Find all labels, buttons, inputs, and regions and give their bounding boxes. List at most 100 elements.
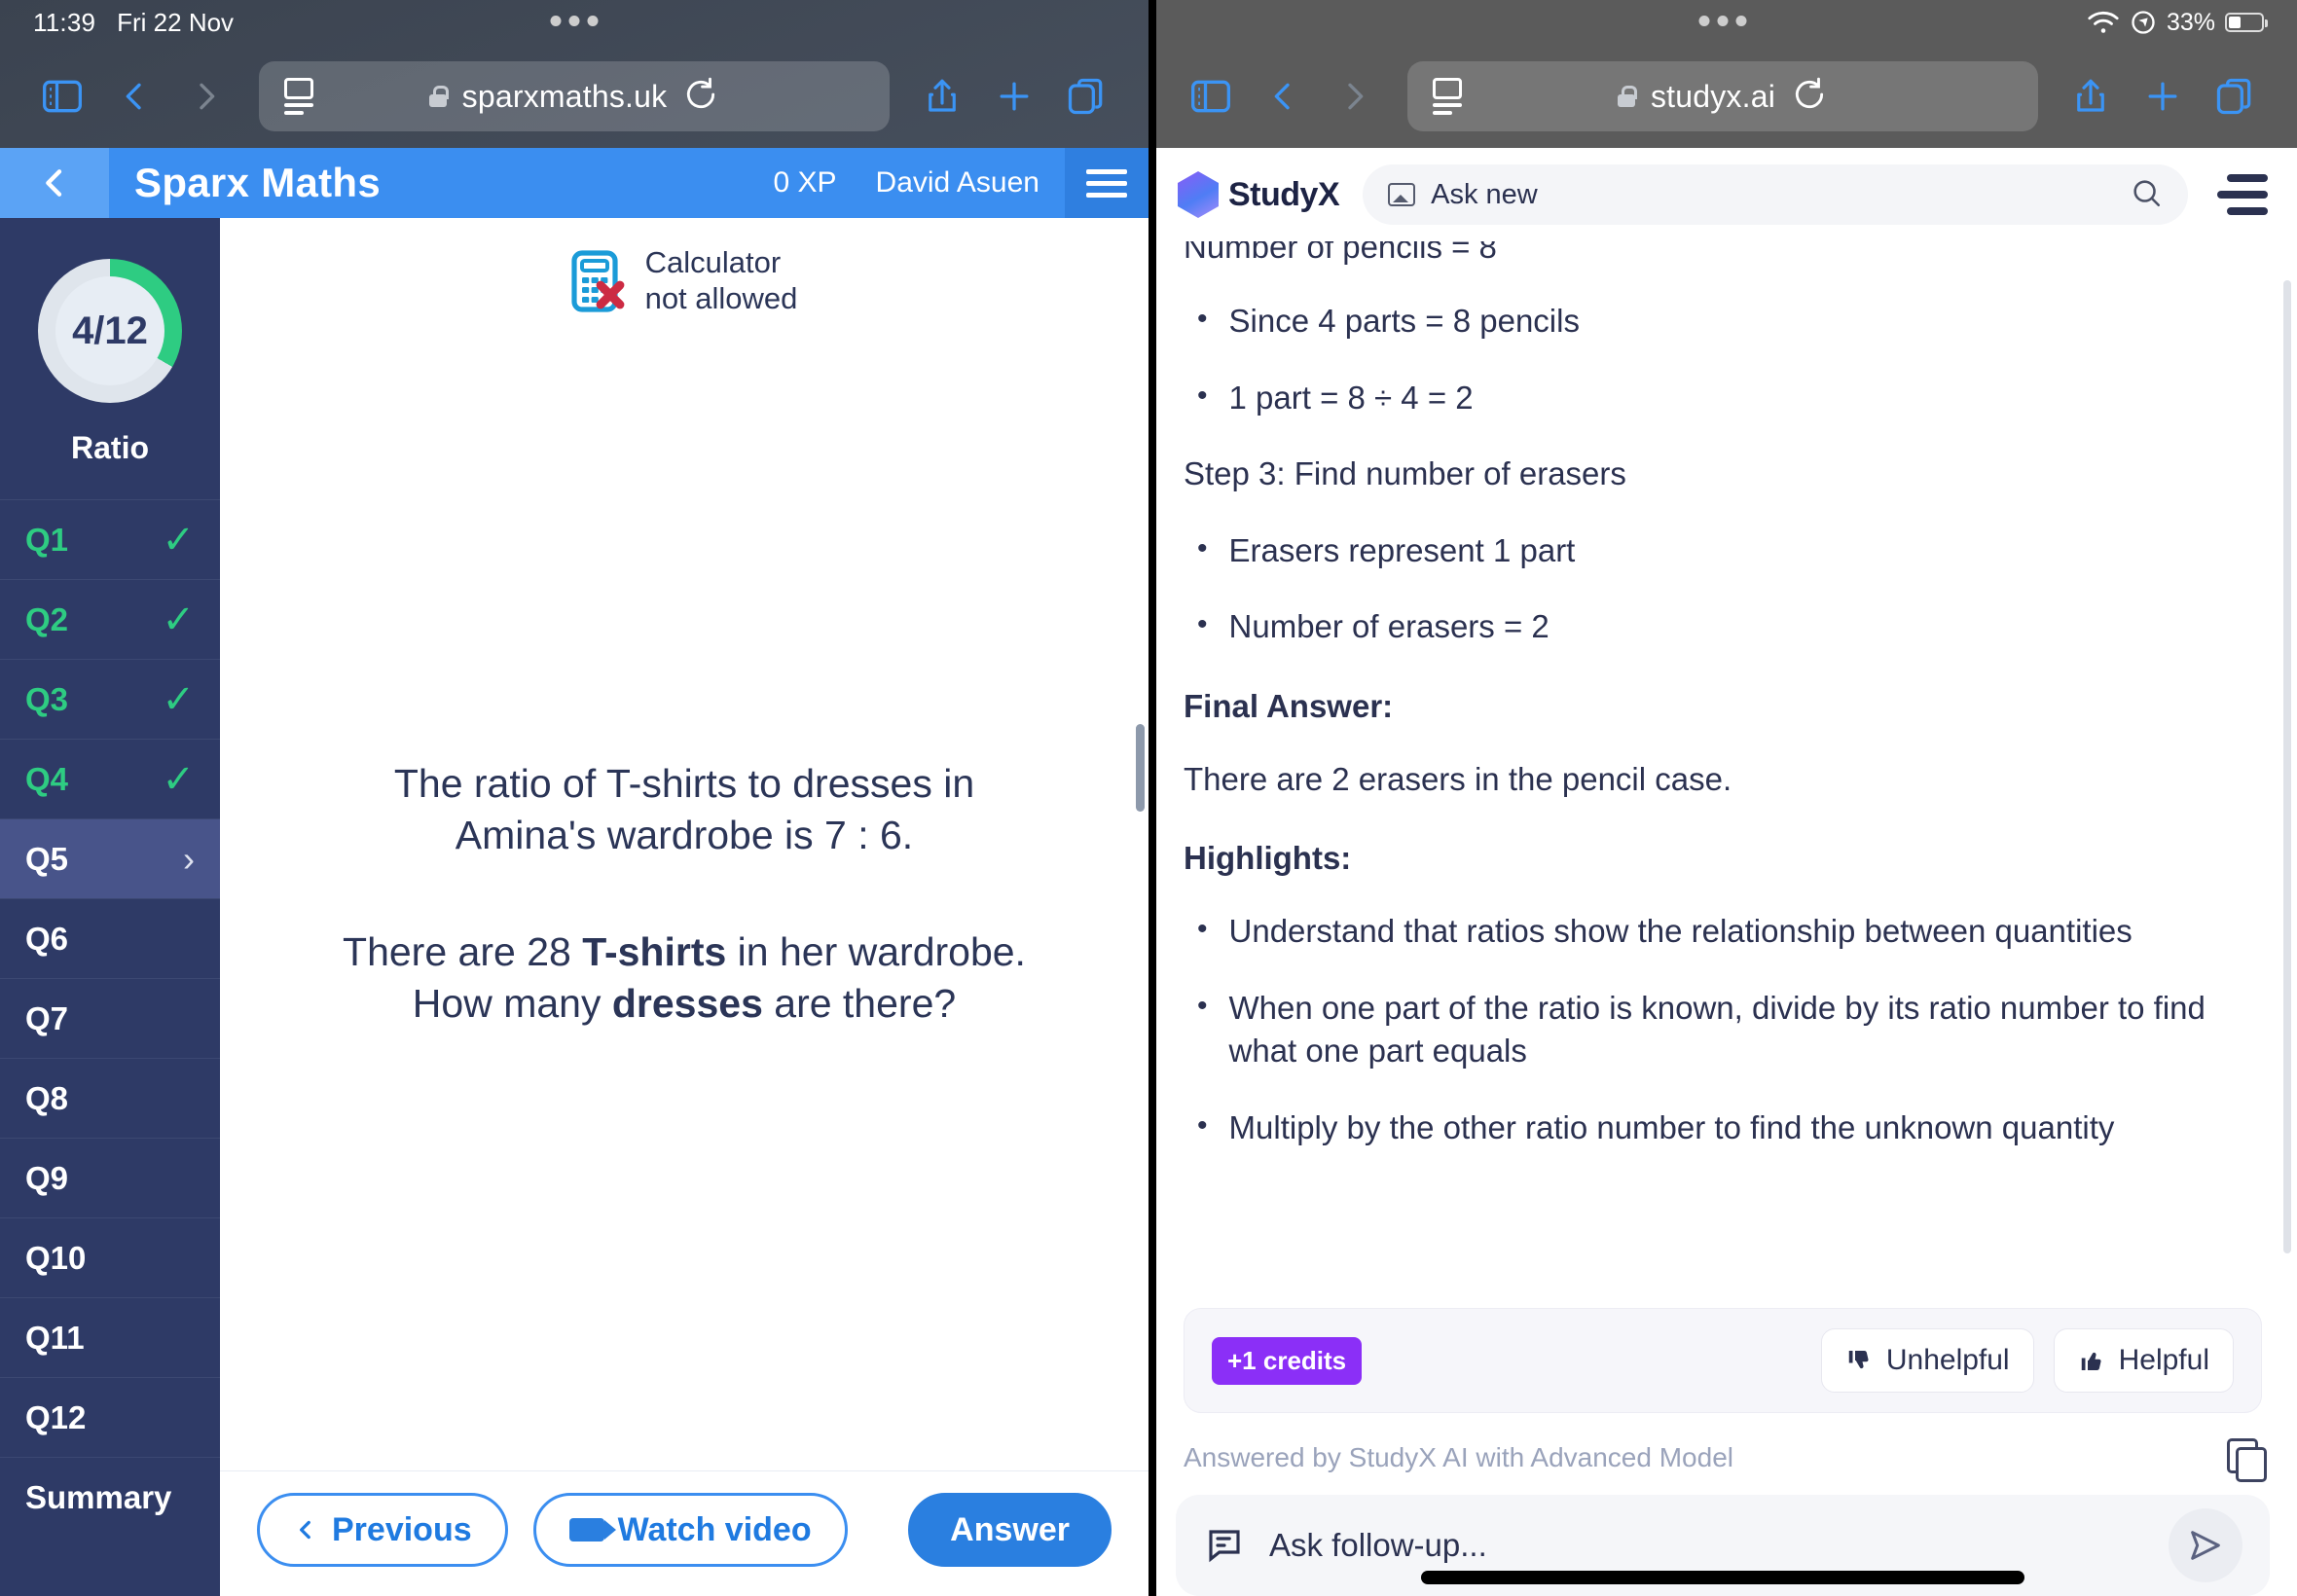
question-label: Q9 xyxy=(25,1159,69,1196)
left-url-text: sparxmaths.uk xyxy=(461,78,668,114)
check-icon: ✓ xyxy=(162,598,195,641)
lock-icon xyxy=(1617,86,1637,107)
chat-bubble-icon xyxy=(1203,1525,1246,1566)
question-line-3b: T-shirts xyxy=(570,929,727,975)
question-label: Q1 xyxy=(25,521,69,558)
question-label: Summary xyxy=(25,1478,172,1515)
topic-label: Ratio xyxy=(71,430,149,465)
studyx-hex-logo-icon xyxy=(1178,171,1219,218)
sparx-question-panel: Calculator not allowed The ratio of T-sh… xyxy=(220,218,1148,1596)
sidebar-icon[interactable] xyxy=(29,63,95,129)
search-icon[interactable] xyxy=(2130,176,2163,214)
sparx-user-name[interactable]: David Asuen xyxy=(876,166,1039,200)
helpful-button[interactable]: Helpful xyxy=(2053,1328,2234,1393)
ask-new-search-box[interactable]: Ask new xyxy=(1363,164,2188,225)
plus-icon[interactable] xyxy=(981,63,1047,129)
sparx-scrollbar[interactable] xyxy=(1136,724,1145,812)
right-url-text: studyx.ai xyxy=(1650,78,1776,114)
page-settings-icon[interactable] xyxy=(284,78,313,115)
unhelpful-button[interactable]: Unhelpful xyxy=(1820,1328,2034,1393)
hamburger-menu-icon[interactable] xyxy=(1065,148,1148,218)
question-row-q5[interactable]: Q5 › xyxy=(0,818,220,898)
question-row-q11[interactable]: Q11 xyxy=(0,1297,220,1377)
image-upload-icon[interactable] xyxy=(1388,183,1416,206)
copy-icon[interactable] xyxy=(2227,1438,2267,1482)
sparx-app: Sparx Maths 0 XP David Asuen 4/12 Ratio xyxy=(0,148,1148,1596)
studyx-scrollbar[interactable] xyxy=(2283,280,2291,1253)
question-label: Q8 xyxy=(25,1079,69,1116)
back-icon[interactable] xyxy=(101,63,167,129)
question-row-q10[interactable]: Q10 xyxy=(0,1217,220,1297)
share-icon[interactable] xyxy=(909,63,975,129)
question-row-q2[interactable]: Q2 ✓ xyxy=(0,579,220,659)
highlights-heading: Highlights: xyxy=(1184,840,1352,877)
question-line-3c: in her wardrobe. xyxy=(726,929,1026,975)
question-paragraph-2: There are 28 T-shirts in her wardrobe. H… xyxy=(343,926,1026,1029)
progress-ring-wrap: 4/12 xyxy=(0,218,220,413)
bullet-text: Multiply by the other ratio number to fi… xyxy=(1228,1108,2115,1145)
question-row-summary[interactable]: Summary xyxy=(0,1457,220,1537)
question-label: Q4 xyxy=(25,760,69,797)
list-item: When one part of the ratio is known, div… xyxy=(1184,987,2262,1073)
question-line-3-number: 28 xyxy=(527,929,571,975)
tabs-icon[interactable] xyxy=(1053,63,1119,129)
studyx-app: StudyX Ask new Number of pencils = 8 Sin… xyxy=(1148,148,2297,1596)
forward-icon[interactable] xyxy=(1322,63,1388,129)
back-icon[interactable] xyxy=(1250,63,1316,129)
question-label: Q6 xyxy=(25,920,69,957)
multitask-grabber-right[interactable] xyxy=(1698,16,1747,26)
previous-button[interactable]: Previous xyxy=(257,1493,508,1567)
question-row-q8[interactable]: Q8 xyxy=(0,1058,220,1138)
sparx-body: 4/12 Ratio Q1 ✓ Q2 ✓ Q3 ✓ Q4 ✓ Q5 › Q6 Q… xyxy=(0,218,1148,1596)
question-row-q6[interactable]: Q6 xyxy=(0,898,220,978)
question-row-q3[interactable]: Q3 ✓ xyxy=(0,659,220,739)
list-item: Since 4 parts = 8 pencils xyxy=(1184,300,2262,344)
answered-by-row: Answered by StudyX AI with Advanced Mode… xyxy=(1148,1413,2297,1485)
progress-ring: 4/12 xyxy=(38,259,182,403)
sparx-back-button[interactable] xyxy=(0,148,109,218)
question-label: Q11 xyxy=(25,1319,85,1356)
share-icon[interactable] xyxy=(2058,63,2124,129)
answered-by-text: Answered by StudyX AI with Advanced Mode… xyxy=(1184,1442,1733,1472)
question-row-q1[interactable]: Q1 ✓ xyxy=(0,499,220,579)
right-url-bar[interactable]: studyx.ai xyxy=(1407,61,2038,131)
forward-icon[interactable] xyxy=(173,63,239,129)
question-line-1: The ratio of T-shirts to dresses in xyxy=(393,761,975,807)
page-settings-icon[interactable] xyxy=(1433,78,1462,115)
left-url-bar[interactable]: sparxmaths.uk xyxy=(259,61,890,131)
answer-button[interactable]: Answer xyxy=(908,1493,1112,1567)
studyx-logo[interactable]: StudyX xyxy=(1178,171,1340,218)
question-list: Q1 ✓ Q2 ✓ Q3 ✓ Q4 ✓ Q5 › Q6 Q7 Q8 Q9 Q10… xyxy=(0,499,220,1596)
send-icon[interactable] xyxy=(2169,1508,2242,1582)
reload-icon[interactable] xyxy=(1791,76,1828,118)
list-item: Erasers represent 1 part xyxy=(1184,529,2262,573)
plus-icon[interactable] xyxy=(2130,63,2196,129)
feedback-bar: +1 credits Unhelpful Helpful xyxy=(1184,1308,2262,1413)
calculator-note-line2: not allowed xyxy=(644,280,798,315)
question-label: Q2 xyxy=(25,600,69,637)
question-row-q4[interactable]: Q4 ✓ xyxy=(0,739,220,818)
helpful-label: Helpful xyxy=(2118,1344,2209,1376)
bullet-text: Understand that ratios show the relation… xyxy=(1228,913,2133,950)
home-indicator xyxy=(1421,1571,2024,1584)
calculator-note: Calculator not allowed xyxy=(220,218,1148,316)
sparx-xp: 0 XP xyxy=(773,166,837,199)
sidebar-icon[interactable] xyxy=(1178,63,1244,129)
reload-icon[interactable] xyxy=(682,76,719,118)
watch-video-button[interactable]: Watch video xyxy=(532,1493,848,1567)
question-text-area: The ratio of T-shirts to dresses in Amin… xyxy=(220,316,1148,1470)
question-row-q9[interactable]: Q9 xyxy=(0,1138,220,1217)
previous-label: Previous xyxy=(332,1510,472,1548)
question-row-q12[interactable]: Q12 xyxy=(0,1377,220,1457)
chevron-left-icon xyxy=(300,1520,310,1540)
list-item: Multiply by the other ratio number to fi… xyxy=(1184,1106,2262,1150)
multitask-grabber[interactable] xyxy=(550,16,599,26)
tabs-icon[interactable] xyxy=(2202,63,2268,129)
check-icon: ✓ xyxy=(162,518,195,562)
question-row-q7[interactable]: Q7 xyxy=(0,978,220,1058)
calculator-not-allowed-icon xyxy=(570,249,626,312)
question-line-4b: dresses xyxy=(611,980,763,1026)
question-line-3a: There are xyxy=(343,929,528,975)
hamburger-menu-icon[interactable] xyxy=(2211,174,2268,215)
sparx-sidebar: 4/12 Ratio Q1 ✓ Q2 ✓ Q3 ✓ Q4 ✓ Q5 › Q6 Q… xyxy=(0,218,220,1596)
